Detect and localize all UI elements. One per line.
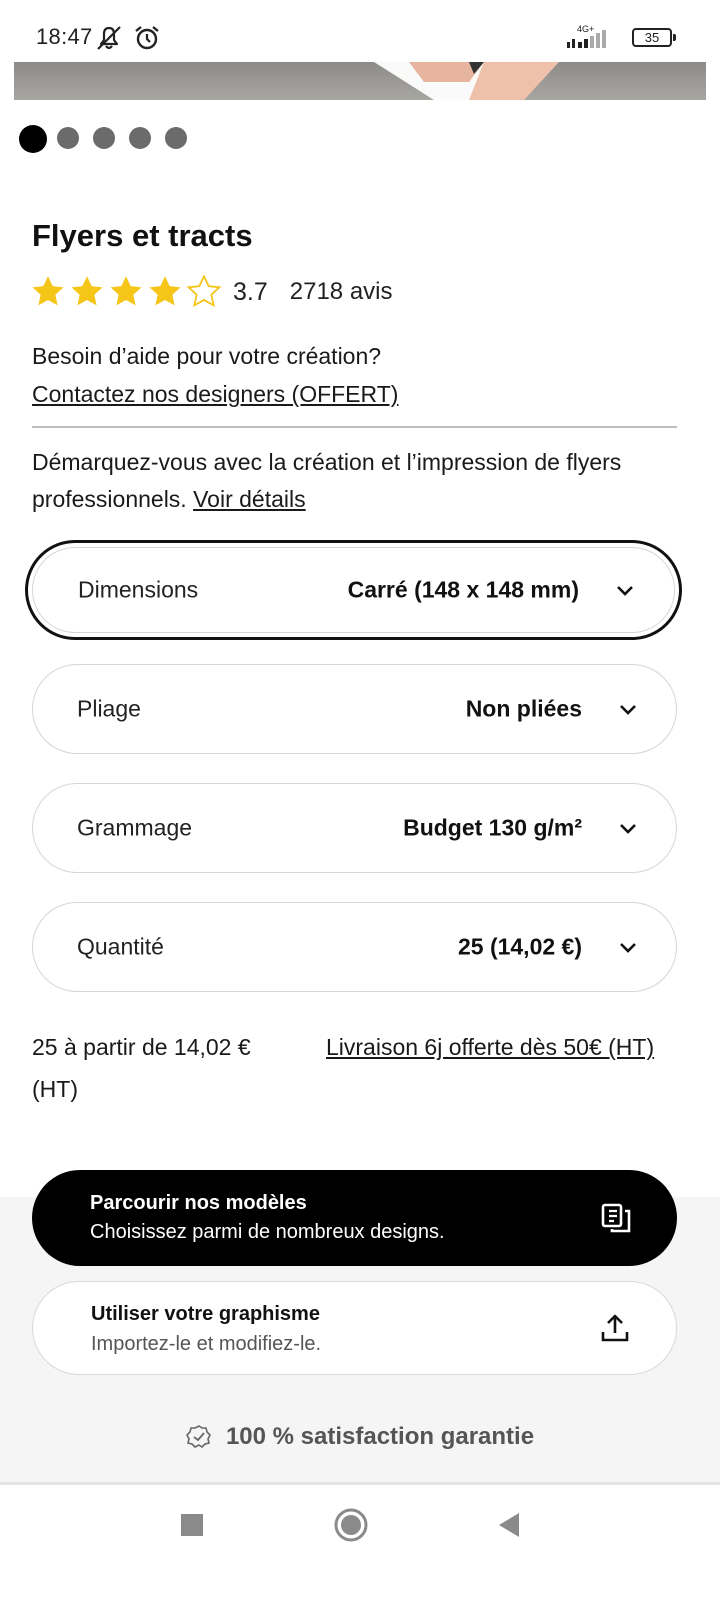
rating-value: 3.7 <box>233 277 268 306</box>
guarantee-text: 100 % satisfaction garantie <box>225 1423 535 1450</box>
status-time: 18:47 <box>36 24 93 49</box>
upload-design-title: Utiliser votre graphisme <box>91 1303 320 1325</box>
browse-templates-title: Parcourir nos modèles <box>90 1192 307 1214</box>
upload-design-button[interactable]: Utiliser votre graphisme Importez-le et … <box>32 1281 677 1375</box>
folding-label: Pliage <box>77 695 141 722</box>
details-link[interactable]: Voir détails <box>193 486 306 512</box>
check-badge-icon <box>185 1425 211 1449</box>
paper-weight-label: Grammage <box>77 814 193 841</box>
chevron-down-icon <box>620 824 636 834</box>
upload-icon <box>601 1314 629 1342</box>
chevron-down-icon <box>620 705 636 715</box>
quantity-select[interactable]: Quantité 25 (14,02 €) <box>32 902 677 992</box>
bell-off-icon <box>97 26 121 50</box>
delivery-link[interactable]: Livraison 6j offerte dès 50€ (HT) <box>326 1026 666 1068</box>
chevron-down-icon <box>617 586 633 596</box>
upload-design-subtitle: Importez-le et modifiez-le. <box>91 1333 322 1355</box>
chevron-down-icon <box>620 943 636 953</box>
contact-designers-link[interactable]: Contactez nos designers (OFFERT) <box>32 381 398 408</box>
star-full-icon <box>149 276 181 306</box>
alarm-icon <box>135 26 159 50</box>
templates-icon <box>601 1203 631 1233</box>
recents-button[interactable] <box>172 1505 212 1545</box>
dimensions-select[interactable]: Dimensions Carré (148 x 148 mm) <box>25 540 682 640</box>
status-bar: 18:47 4G+ 35 <box>0 0 720 60</box>
star-full-icon <box>110 276 142 306</box>
dimensions-label: Dimensions <box>78 576 199 603</box>
browse-templates-button[interactable]: Parcourir nos modèles Choisissez parmi d… <box>32 1170 677 1266</box>
dimensions-value: Carré (148 x 148 mm) <box>347 576 579 603</box>
star-full-icon <box>71 276 103 306</box>
paper-weight-select[interactable]: Grammage Budget 130 g/m² <box>32 783 677 873</box>
back-button[interactable] <box>489 1505 529 1545</box>
home-button[interactable] <box>331 1505 371 1545</box>
product-image[interactable] <box>14 62 706 100</box>
folding-select[interactable]: Pliage Non pliées <box>32 664 677 754</box>
folding-value: Non pliées <box>465 695 582 722</box>
battery-tip <box>673 34 676 41</box>
rating[interactable]: 3.7 2718 avis <box>30 272 393 312</box>
price-note: 25 à partir de 14,02 € (HT) <box>32 1034 251 1102</box>
carousel-dot-1[interactable] <box>19 125 47 153</box>
quantity-value: 25 (14,02 €) <box>457 933 582 960</box>
review-count[interactable]: 2718 avis <box>290 278 393 306</box>
star-empty-icon <box>186 274 222 308</box>
product-title: Flyers et tracts <box>32 218 253 253</box>
signal-icon <box>567 30 606 48</box>
carousel-dot-2[interactable] <box>57 127 79 149</box>
product-page: 18:47 4G+ 35 Flyers et tracts 3.7 2718 a… <box>0 0 720 1600</box>
carousel-dot-4[interactable] <box>129 127 151 149</box>
browse-templates-subtitle: Choisissez parmi de nombreux designs. <box>90 1221 445 1243</box>
satisfaction-guarantee: 100 % satisfaction garantie <box>0 1420 720 1454</box>
product-image-art <box>374 62 559 100</box>
divider <box>32 426 677 428</box>
help-text: Besoin d’aide pour votre création? <box>32 343 382 369</box>
carousel-dot-3[interactable] <box>93 127 115 149</box>
battery-icon: 35 <box>632 28 672 47</box>
paper-weight-value: Budget 130 g/m² <box>403 814 582 841</box>
product-description: Démarquez-vous avec la création et l’imp… <box>32 444 682 518</box>
quantity-label: Quantité <box>77 933 164 960</box>
description-text: Démarquez-vous avec la création et l’imp… <box>32 449 622 512</box>
star-full-icon <box>32 276 64 306</box>
carousel-dot-5[interactable] <box>165 127 187 149</box>
